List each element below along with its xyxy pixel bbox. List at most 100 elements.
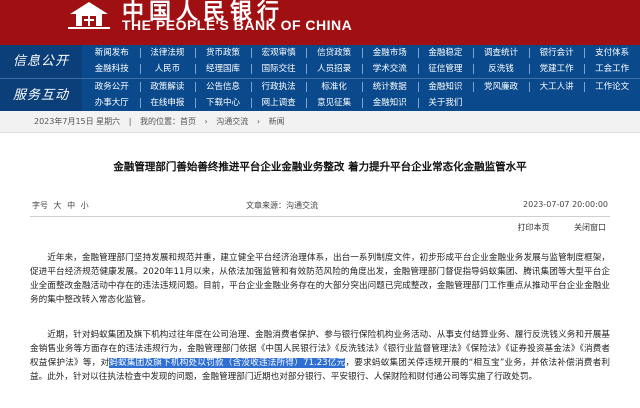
nav-separator — [473, 64, 475, 74]
font-size-medium[interactable]: 中 — [67, 201, 75, 210]
nav-service-item[interactable]: 政务公开 — [84, 79, 140, 95]
nav-separator — [584, 48, 586, 58]
nav-service-item[interactable]: 党风廉政 — [473, 79, 529, 95]
nav-info-item[interactable]: 信贷政策 — [306, 45, 362, 61]
nav-service-item[interactable]: 政策解读 — [140, 79, 196, 95]
nav-service-item[interactable]: 下载中心 — [195, 95, 251, 111]
nav-service-item[interactable]: 金融知识 — [362, 95, 418, 111]
nav-service-item[interactable]: 意见征集 — [306, 95, 362, 111]
nav-separator — [528, 64, 530, 74]
bank-name-en: THE PEOPLE'S BANK OF CHINA — [122, 17, 353, 33]
article-paragraph-1: 近年来，金融管理部门坚持发展和规范并重，建立健全平台经济治理体系，出台一系列制度… — [30, 253, 610, 305]
nav-info-item[interactable]: 反洗钱 — [473, 61, 529, 77]
nav-separator — [584, 82, 586, 92]
nav-info-item[interactable]: 调查统计 — [473, 45, 529, 61]
nav-separator — [473, 82, 475, 92]
nav-info-item[interactable]: 支付体系 — [584, 45, 640, 61]
nav-info-item[interactable]: 金融科技 — [84, 61, 140, 77]
nav-separator — [250, 98, 252, 108]
breadcrumb: 2023年7月15日 星期六 | 我的位置：首页 › 沟通交流 › 新闻 — [0, 111, 640, 133]
nav-row-info: 信息公开 新闻发布 法律法规 货币政策 宏观审慎 信贷政策 金融市场 金融稳定 调查统计 银行会… — [0, 45, 640, 78]
nav-info-item[interactable]: 学术交流 — [362, 61, 418, 77]
site-header: 中国人民银行 THE PEOPLE'S BANK OF CHINA — [0, 0, 640, 45]
nav-separator — [139, 98, 141, 108]
breadcrumb-news[interactable]: 新闻 — [269, 117, 285, 126]
nav-info-item[interactable]: 法律法规 — [140, 45, 196, 61]
section-info-disclosure[interactable]: 信息公开 — [0, 45, 82, 78]
nav-info-item[interactable]: 征信管理 — [418, 61, 474, 77]
nav-separator — [306, 48, 308, 58]
nav-separator — [139, 64, 141, 74]
nav-info-item[interactable]: 金融市场 — [362, 45, 418, 61]
nav-separator — [528, 48, 530, 58]
nav-separator — [306, 64, 308, 74]
nav-info-item[interactable]: 货币政策 — [195, 45, 251, 61]
nav-separator — [417, 98, 419, 108]
font-size-label: 字号 — [32, 201, 48, 210]
nav-separator — [528, 82, 530, 92]
breadcrumb-date: 2023年7月15日 星期六 — [34, 117, 121, 126]
nav-info-item[interactable]: 宏观审慎 — [251, 45, 307, 61]
nav-separator — [362, 48, 363, 58]
section-service-interaction[interactable]: 服务互动 — [0, 79, 82, 112]
nav-service-item[interactable]: 在线申报 — [140, 95, 196, 111]
nav-row-service: 服务互动 政务公开 政策解读 公告信息 行政执法 标准化 统计数据 金融知识 党风廉政 大工人讲… — [0, 78, 640, 112]
nav-info-item[interactable]: 金融稳定 — [418, 45, 474, 61]
nav-separator — [139, 48, 141, 58]
nav-info-item[interactable]: 经理国库 — [195, 61, 251, 77]
nav-service-item[interactable]: 统计数据 — [362, 79, 418, 95]
nav-separator — [250, 64, 252, 74]
nav-separator — [473, 48, 475, 58]
nav-separator — [306, 98, 308, 108]
nav-service-item[interactable]: 金融知识 — [418, 79, 474, 95]
nav-separator — [417, 82, 419, 92]
nav-separator — [195, 82, 197, 92]
nav-separator — [250, 48, 252, 58]
nav-info-item[interactable]: 国际交往 — [251, 61, 307, 77]
breadcrumb-sep: | — [128, 117, 132, 126]
nav-separator — [584, 64, 586, 74]
nav-service-item[interactable]: 行政执法 — [251, 79, 307, 95]
nav-service-item[interactable]: 网上调查 — [251, 95, 307, 111]
article-paragraph-2: 近期，针对蚂蚁集团及旗下机构过往年度在公司治理、金融消费者保护、参与银行保险机构… — [30, 328, 610, 384]
article-date: 2023-07-07 20:00:00 — [523, 200, 608, 209]
article-meta: 字号 大 中 小 文章来源：沟通交流 2023-07-07 20:00:00 — [30, 200, 610, 214]
highlighted-text: 蚂蚁集团及旗下机构处以罚款（含没收违法所得）71.23亿元 — [109, 358, 346, 368]
nav-service-item[interactable]: 公告信息 — [195, 79, 251, 95]
close-window-link[interactable]: 关闭窗口 — [574, 223, 606, 232]
nav-service-item[interactable]: 大工人讲 — [529, 79, 585, 95]
nav-service-item[interactable]: 关于我们 — [418, 95, 474, 111]
article: 金融管理部门善始善终推进平台企业金融业务整改 着力提升平台企业常态化金融监管水平… — [30, 134, 610, 408]
divider — [30, 216, 610, 217]
font-size-large[interactable]: 大 — [54, 201, 62, 210]
nav-separator — [250, 82, 252, 92]
nav-grid-service: 政务公开 政策解读 公告信息 行政执法 标准化 统计数据 金融知识 党风廉政 大工人讲 工作论文办… — [84, 79, 640, 112]
nav-info-item[interactable]: 银行会计 — [529, 45, 585, 61]
nav-separator — [362, 82, 363, 92]
nav-service-item[interactable]: 工作论文 — [584, 79, 640, 95]
breadcrumb-arrow: › — [256, 117, 261, 126]
breadcrumb-arrow: › — [204, 117, 208, 126]
breadcrumb-home[interactable]: 我的位置：首页 — [140, 117, 196, 126]
font-size-control: 字号 大 中 小 — [32, 200, 92, 211]
nav-info-item[interactable]: 新闻发布 — [84, 45, 140, 61]
breadcrumb-communication[interactable]: 沟通交流 — [216, 117, 248, 126]
nav-separator — [362, 98, 363, 108]
nav-info-item[interactable]: 人员招录 — [306, 61, 362, 77]
nav-separator — [306, 82, 308, 92]
nav-separator — [195, 48, 197, 58]
nav-grid-info: 新闻发布 法律法规 货币政策 宏观审慎 信贷政策 金融市场 金融稳定 调查统计 银行会计 支付体系… — [84, 45, 640, 78]
nav-info-item[interactable]: 人民币 — [140, 61, 196, 77]
print-page-link[interactable]: 打印本页 — [517, 223, 549, 232]
nav-separator — [139, 82, 141, 92]
nav-info-item[interactable]: 党建工作 — [529, 61, 585, 77]
nav-separator — [195, 98, 197, 108]
nav-info-item[interactable]: 工会工作 — [584, 61, 640, 77]
pboc-emblem-icon — [68, 2, 110, 29]
nav-separator — [195, 64, 197, 74]
nav-service-item[interactable]: 标准化 — [306, 79, 362, 95]
nav-service-item[interactable]: 办事大厅 — [84, 95, 140, 111]
font-size-small[interactable]: 小 — [81, 201, 89, 210]
article-source: 文章来源：沟通交流 — [246, 201, 318, 210]
article-tools: 打印本页 关闭窗口 — [495, 222, 606, 233]
